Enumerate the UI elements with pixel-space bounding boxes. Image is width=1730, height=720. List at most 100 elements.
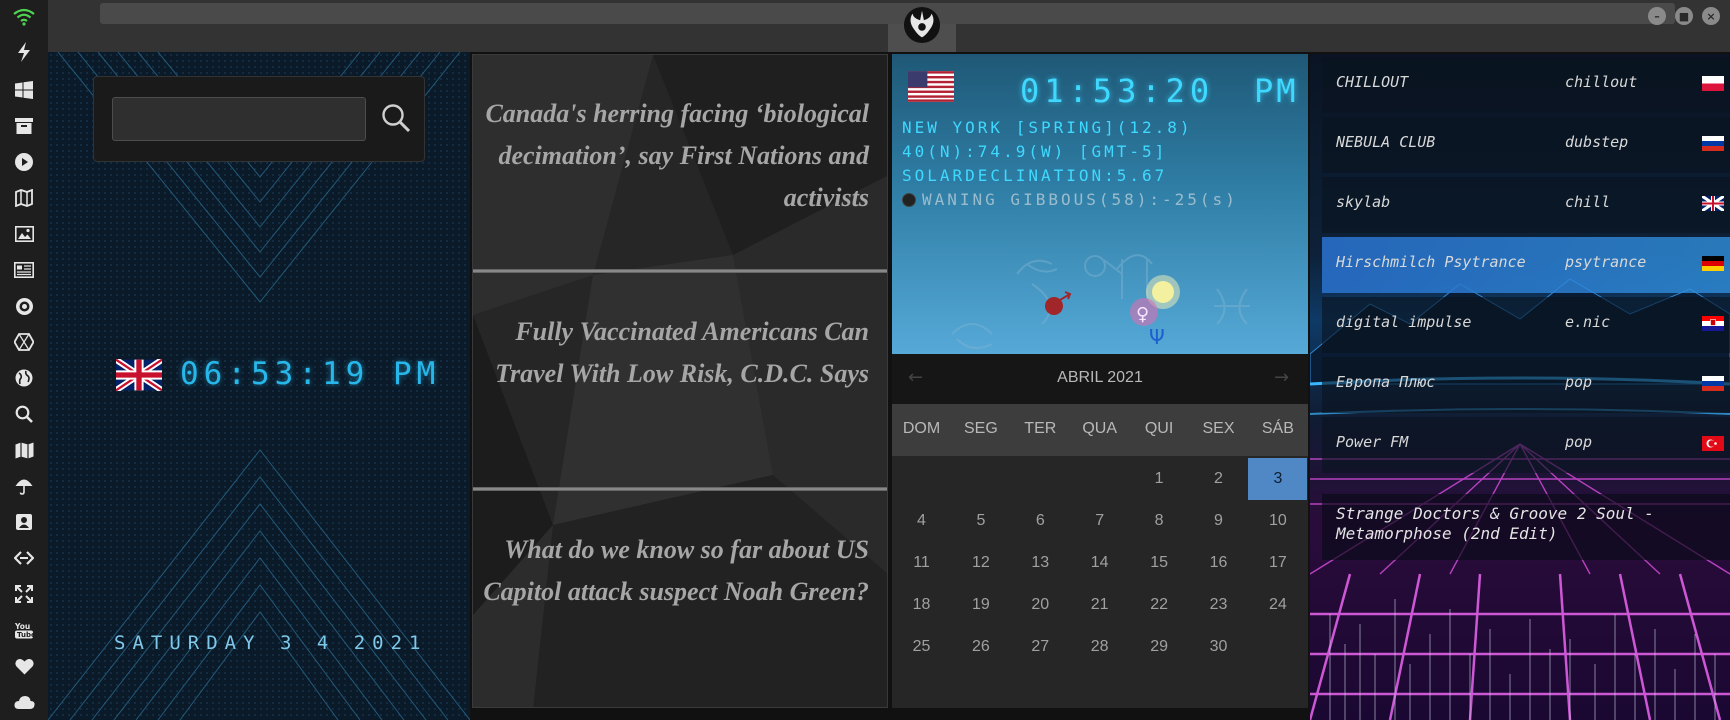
calendar-weekday: QUA bbox=[1082, 420, 1118, 437]
lightning-icon[interactable] bbox=[12, 40, 36, 64]
settings-gear-icon[interactable] bbox=[12, 294, 36, 318]
calendar-day[interactable]: 7 bbox=[1070, 500, 1129, 542]
calendar-day[interactable]: 25 bbox=[892, 626, 951, 668]
radio-station-genre: chillout bbox=[1565, 73, 1638, 91]
calendar-day[interactable]: 15 bbox=[1130, 542, 1189, 584]
cloud-icon[interactable] bbox=[12, 690, 36, 714]
contacts-icon[interactable] bbox=[12, 510, 36, 534]
zodiac-sky: ♀ Ψ bbox=[951, 254, 1250, 349]
flag-ru-icon bbox=[1702, 376, 1724, 391]
calendar-day[interactable]: 12 bbox=[951, 542, 1010, 584]
hexagon-icon[interactable] bbox=[12, 330, 36, 354]
calendar-day[interactable]: 8 bbox=[1130, 500, 1189, 542]
play-icon[interactable] bbox=[12, 150, 36, 174]
ny-clock-panel: 01:53:20 PM NEW YORK [SPRING](12.8) 40(N… bbox=[892, 54, 1308, 354]
radio-station-row[interactable]: skylab chill bbox=[1322, 177, 1730, 233]
calendar-day[interactable]: 27 bbox=[1011, 626, 1070, 668]
calendar-next-arrow-icon[interactable]: → bbox=[1274, 367, 1289, 388]
globe-icon[interactable] bbox=[12, 366, 36, 390]
news-headline-1[interactable]: Canada's herring facing ‘biological deci… bbox=[473, 93, 887, 219]
calendar-day[interactable]: 5 bbox=[951, 500, 1010, 542]
flag-tr-icon bbox=[1702, 436, 1724, 451]
calendar-day[interactable]: 19 bbox=[951, 584, 1010, 626]
radio-station-genre: e.nic bbox=[1565, 313, 1611, 331]
now-playing-text: Strange Doctors & Groove 2 Soul - Metamo… bbox=[1322, 494, 1730, 560]
calendar-month-label: ABRIL 2021 bbox=[1057, 369, 1143, 386]
heart-icon[interactable] bbox=[12, 654, 36, 678]
calendar-day[interactable]: 11 bbox=[892, 542, 951, 584]
radio-station-name: Hirschmilch Psytrance bbox=[1336, 253, 1526, 271]
calendar-day[interactable]: 18 bbox=[892, 584, 951, 626]
radio-station-row[interactable]: NEBULA CLUB dubstep bbox=[1322, 117, 1730, 173]
calendar-day[interactable]: 21 bbox=[1070, 584, 1129, 626]
calendar-day[interactable]: 6 bbox=[1011, 500, 1070, 542]
image-icon[interactable] bbox=[12, 222, 36, 246]
calendar-day[interactable]: 4 bbox=[892, 500, 951, 542]
search-box bbox=[93, 76, 425, 162]
calendar-day[interactable]: 10 bbox=[1248, 500, 1307, 542]
calendar-day[interactable]: 16 bbox=[1189, 542, 1248, 584]
calendar-header: ← ABRIL 2021 → bbox=[892, 354, 1308, 404]
newspaper-icon[interactable] bbox=[12, 258, 36, 282]
calendar-day[interactable]: 22 bbox=[1130, 584, 1189, 626]
map-book-icon[interactable] bbox=[12, 186, 36, 210]
calendar-day[interactable]: 1 bbox=[1130, 458, 1189, 500]
calendar-day[interactable]: 17 bbox=[1248, 542, 1307, 584]
search-icon[interactable] bbox=[379, 101, 413, 135]
calendar-weekday: TER bbox=[1024, 420, 1057, 437]
calendar-day[interactable]: 28 bbox=[1070, 626, 1129, 668]
news-divider bbox=[473, 269, 887, 273]
calendar-weekday-row: DOM SEG TER QUA QUI SEX SÁB bbox=[892, 404, 1308, 456]
calendar-day[interactable]: 30 bbox=[1189, 626, 1248, 668]
radio-station-row[interactable]: Power FM pop bbox=[1322, 417, 1730, 473]
search-input[interactable] bbox=[112, 97, 366, 141]
calendar-day[interactable]: 14 bbox=[1070, 542, 1129, 584]
search-icon[interactable] bbox=[12, 402, 36, 426]
radio-station-genre: psytrance bbox=[1565, 253, 1647, 271]
calendar-day[interactable]: 20 bbox=[1011, 584, 1070, 626]
code-icon[interactable] bbox=[12, 546, 36, 570]
maximize-button[interactable]: ■ bbox=[1675, 7, 1693, 25]
radio-station-name: Power FM bbox=[1336, 433, 1409, 451]
radio-station-genre: dubstep bbox=[1565, 133, 1629, 151]
flag-ru-icon bbox=[1702, 136, 1724, 151]
calendar-weekday: SÁB bbox=[1261, 420, 1294, 437]
close-button[interactable]: × bbox=[1702, 7, 1720, 25]
windows-icon[interactable] bbox=[12, 78, 36, 102]
flag-pl-icon bbox=[1702, 76, 1724, 91]
news-headline-2[interactable]: Fully Vaccinated Americans Can Travel Wi… bbox=[473, 311, 887, 395]
calendar-day[interactable]: 9 bbox=[1189, 500, 1248, 542]
radio-station-row[interactable]: digital impulse e.nic bbox=[1322, 297, 1730, 353]
flag-hr-icon bbox=[1702, 316, 1724, 331]
radio-station-row[interactable]: Hirschmilch Psytrance psytrance bbox=[1322, 237, 1730, 293]
calendar-weekday: SEG bbox=[963, 420, 998, 437]
flag-de-icon bbox=[1702, 256, 1724, 271]
calendar-day[interactable]: 26 bbox=[951, 626, 1010, 668]
calendar-day-today[interactable]: 3 bbox=[1248, 458, 1308, 500]
calendar-day[interactable]: 24 bbox=[1248, 584, 1307, 626]
rebel-alliance-logo-icon bbox=[903, 6, 941, 44]
radio-station-name: NEBULA CLUB bbox=[1336, 133, 1436, 151]
radio-station-row[interactable]: CHILLOUT chillout bbox=[1322, 57, 1730, 113]
radio-station-name: digital impulse bbox=[1336, 313, 1472, 331]
title-bar-track[interactable] bbox=[100, 3, 1675, 24]
calendar-day[interactable]: 29 bbox=[1130, 626, 1189, 668]
wifi-icon[interactable] bbox=[12, 5, 36, 29]
minimize-button[interactable]: – bbox=[1648, 7, 1666, 25]
svg-text:Ψ: Ψ bbox=[1149, 325, 1165, 349]
radio-station-genre: chill bbox=[1565, 193, 1611, 211]
archive-icon[interactable] bbox=[12, 114, 36, 138]
news-headline-3[interactable]: What do we know so far about US Capitol … bbox=[473, 529, 887, 613]
calendar-day[interactable]: 23 bbox=[1189, 584, 1248, 626]
calendar-day[interactable]: 2 bbox=[1189, 458, 1248, 500]
youtube-icon[interactable]: You Tube bbox=[12, 618, 36, 642]
uk-clock-panel: 06:53:19 PM SATURDAY 3 4 2021 bbox=[48, 52, 470, 720]
app-sidebar: You Tube bbox=[0, 0, 48, 720]
map-icon[interactable] bbox=[12, 438, 36, 462]
umbrella-icon[interactable] bbox=[12, 474, 36, 498]
radio-station-row[interactable]: Европа Плюс pop bbox=[1322, 357, 1730, 413]
calendar-weekday: SEX bbox=[1202, 420, 1235, 437]
fullscreen-icon[interactable] bbox=[12, 582, 36, 606]
calendar-day[interactable]: 13 bbox=[1011, 542, 1070, 584]
calendar-weekday: DOM bbox=[902, 420, 941, 437]
